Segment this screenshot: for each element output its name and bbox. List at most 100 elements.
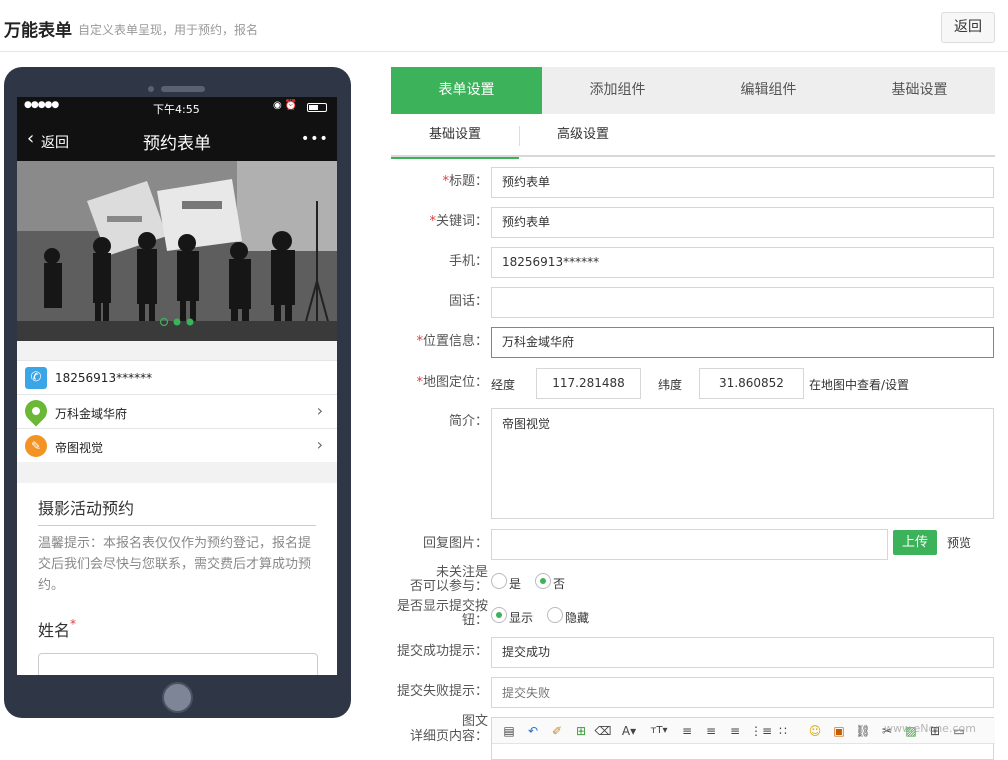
landline-input[interactable] [491, 287, 994, 318]
keyword-label: *关键词： [429, 214, 488, 229]
status-time: 下午4:55 [153, 103, 200, 116]
latitude-input[interactable]: 31.860852 [699, 368, 804, 399]
longitude-input[interactable]: 117.281488 [536, 368, 641, 399]
mobile-input[interactable]: 18256913****** [491, 247, 994, 278]
carousel-dot[interactable] [173, 318, 181, 326]
align-left-icon[interactable]: ≡ [678, 722, 696, 740]
ordered-list-icon[interactable]: ⋮≡ [750, 722, 772, 740]
font-size-icon[interactable]: тT▾ [648, 722, 670, 740]
location-icon [20, 395, 52, 427]
unordered-list-icon[interactable]: ∷ [774, 722, 792, 740]
align-center-icon[interactable]: ≡ [702, 722, 720, 740]
page-subtitle: 自定义表单呈现，用于预约，报名 [78, 23, 259, 37]
show-submit-show-label: 显示 [509, 611, 534, 625]
sub-tabs: 基础设置 高级设置 [391, 116, 995, 159]
intro-textarea[interactable]: 帝图视觉 [491, 408, 994, 519]
banner-image [17, 161, 337, 341]
mobile-label: 手机： [448, 254, 488, 269]
hide-submit-radio[interactable] [547, 607, 563, 623]
detail-label: 图文 详细页内容： [409, 714, 488, 744]
tab-form-settings[interactable]: 表单设置 [391, 67, 542, 114]
fail-input[interactable] [491, 677, 994, 708]
list-item-phone[interactable]: ✆ 18256913****** [17, 360, 337, 394]
location-input[interactable]: 万科金域华府 [491, 327, 994, 358]
more-icon[interactable]: ••• [301, 131, 329, 147]
location-text: 万科金域华府 [55, 407, 128, 421]
map-label: *地图定位： [416, 375, 488, 390]
phone-icon: ✆ [25, 367, 47, 389]
chevron-right-icon: › [316, 401, 323, 420]
card-divider [38, 525, 316, 526]
name-input[interactable] [38, 653, 318, 675]
paste-icon[interactable]: ▤ [500, 722, 518, 740]
alarm-icon: ◉ ⏰ [273, 100, 298, 111]
phone-home-button[interactable] [162, 682, 193, 713]
align-right-icon[interactable]: ≡ [726, 722, 744, 740]
subtab-advanced[interactable]: 高级设置 [519, 116, 647, 157]
header-divider [0, 51, 1008, 52]
settings-tabs: 表单设置 添加组件 编辑组件 基础设置 [391, 67, 995, 114]
required-mark: * [70, 617, 77, 631]
map-view-link[interactable]: 在地图中查看/设置 [809, 376, 909, 393]
watermark-text: www.eNone.com [884, 722, 976, 735]
list-item-location[interactable]: 万科金域华府 › [17, 394, 337, 428]
keyword-input[interactable]: 预约表单 [491, 207, 994, 238]
unfollowed-no-label: 否 [553, 577, 566, 591]
signal-icon: ●●●●● [24, 100, 59, 110]
title-label: *标题： [442, 174, 488, 189]
longitude-label: 经度 [491, 378, 516, 392]
page-title: 万能表单 [4, 21, 72, 41]
subtab-basic[interactable]: 基础设置 [391, 116, 519, 159]
card-title: 摄影活动预约 [38, 499, 135, 518]
tab-edit-component[interactable]: 编辑组件 [693, 67, 844, 114]
banner-photo [17, 161, 337, 341]
landline-label: 固话： [448, 294, 488, 309]
latitude-label: 纬度 [658, 378, 683, 392]
success-label: 提交成功提示： [396, 644, 488, 659]
undo-icon[interactable]: ↶ [524, 722, 542, 740]
font-color-icon[interactable]: A▾ [618, 722, 640, 740]
reply-image-input[interactable] [491, 529, 888, 560]
format-brush-icon[interactable]: ✐ [548, 722, 566, 740]
success-input[interactable]: 提交成功 [491, 637, 994, 668]
unfollowed-no-radio[interactable] [535, 573, 551, 589]
image-icon[interactable]: ▣ [830, 722, 848, 740]
location-label: *位置信息： [416, 334, 488, 349]
form-card: 摄影活动预约 温馨提示：本报名表仅仅作为预约登记，报名提交后我们会尽快与您联系，… [17, 483, 337, 675]
phone-navbar: ‹ 返回 预约表单 ••• [17, 119, 337, 161]
phone-camera [148, 86, 154, 92]
pencil-icon: ✎ [25, 435, 47, 457]
title-input[interactable]: 预约表单 [491, 167, 994, 198]
card-notice: 温馨提示：本报名表仅仅作为预约登记，报名提交后我们会尽快与您联系，需交费后才算成… [38, 536, 312, 593]
link-icon[interactable]: ⛓ [854, 722, 872, 740]
show-submit-radio[interactable] [491, 607, 507, 623]
intro-label: 简介： [448, 414, 488, 429]
intro-text: 帝图视觉 [55, 441, 104, 455]
upload-button[interactable]: 上传 [893, 530, 937, 555]
contact-info-list: ✆ 18256913****** 万科金域华府 › ✎ 帝图视觉 › [17, 360, 337, 462]
fail-label: 提交失败提示： [396, 684, 488, 699]
name-field-label: 姓名* [38, 617, 77, 640]
tab-basic-settings[interactable]: 基础设置 [844, 67, 995, 114]
status-bar: ●●●●● 下午4:55 ◉ ⏰ [17, 97, 337, 119]
phone-number: 18256913****** [55, 371, 153, 385]
unfollowed-yes-label: 是 [509, 577, 522, 591]
emoji-icon[interactable]: ☺ [806, 722, 824, 740]
carousel-dot[interactable] [186, 318, 194, 326]
battery-icon [307, 103, 327, 112]
back-button[interactable]: 返回 [941, 12, 995, 43]
tab-add-component[interactable]: 添加组件 [542, 67, 693, 114]
unfollowed-yes-radio[interactable] [491, 573, 507, 589]
show-submit-hide-label: 隐藏 [565, 611, 590, 625]
eraser-icon[interactable]: ⌫ [594, 722, 612, 740]
phone-screen: ●●●●● 下午4:55 ◉ ⏰ ‹ 返回 预约表单 ••• ✆ 1825691… [17, 97, 337, 675]
preview-link[interactable]: 预览 [947, 534, 971, 551]
list-item-intro[interactable]: ✎ 帝图视觉 › [17, 428, 337, 462]
chevron-right-icon: › [316, 435, 323, 454]
phone-speaker [161, 86, 205, 92]
show-submit-label: 是否显示提交按 钮： [396, 599, 488, 628]
unfollowed-label: 未关注是 否可以参与： [409, 565, 488, 594]
nav-title: 预约表单 [143, 134, 211, 154]
insert-line-icon[interactable]: ⊞ [572, 722, 590, 740]
reply-image-label: 回复图片： [422, 536, 488, 551]
